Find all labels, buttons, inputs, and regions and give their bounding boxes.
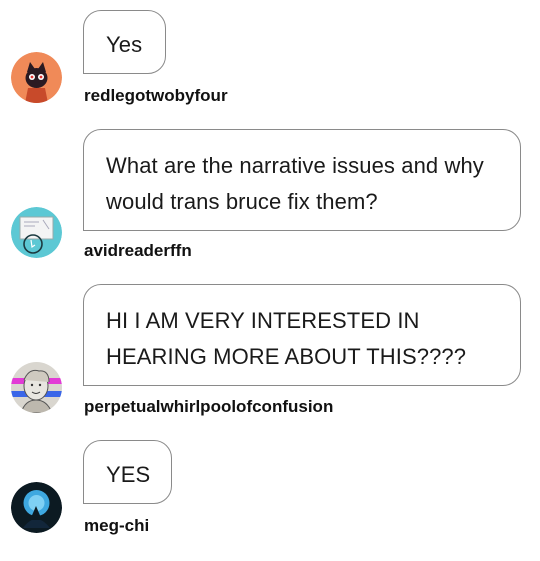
cat-avatar-icon[interactable]: [11, 52, 62, 103]
blue-silhouette-avatar-icon[interactable]: [11, 482, 62, 533]
message-text: Yes: [106, 32, 143, 57]
message-bubble: Yes: [83, 10, 166, 74]
username[interactable]: meg-chi: [84, 516, 149, 536]
username[interactable]: perpetualwhirlpoolofconfusion: [84, 397, 333, 417]
message-text: YES: [106, 462, 151, 487]
whiteboard-avatar-icon[interactable]: [11, 207, 62, 258]
message-bubble: YES: [83, 440, 172, 504]
username[interactable]: avidreaderffn: [84, 241, 192, 261]
message-bubble: HI I AM VERY INTERESTED IN HEARING MORE …: [83, 284, 521, 386]
username[interactable]: redlegotwobyfour: [84, 86, 228, 106]
message-text: HI I AM VERY INTERESTED IN HEARING MORE …: [106, 308, 467, 369]
sketch-portrait-avatar-icon[interactable]: [11, 362, 62, 413]
message-bubble: What are the narrative issues and why wo…: [83, 129, 521, 231]
message-text: What are the narrative issues and why wo…: [106, 153, 484, 214]
